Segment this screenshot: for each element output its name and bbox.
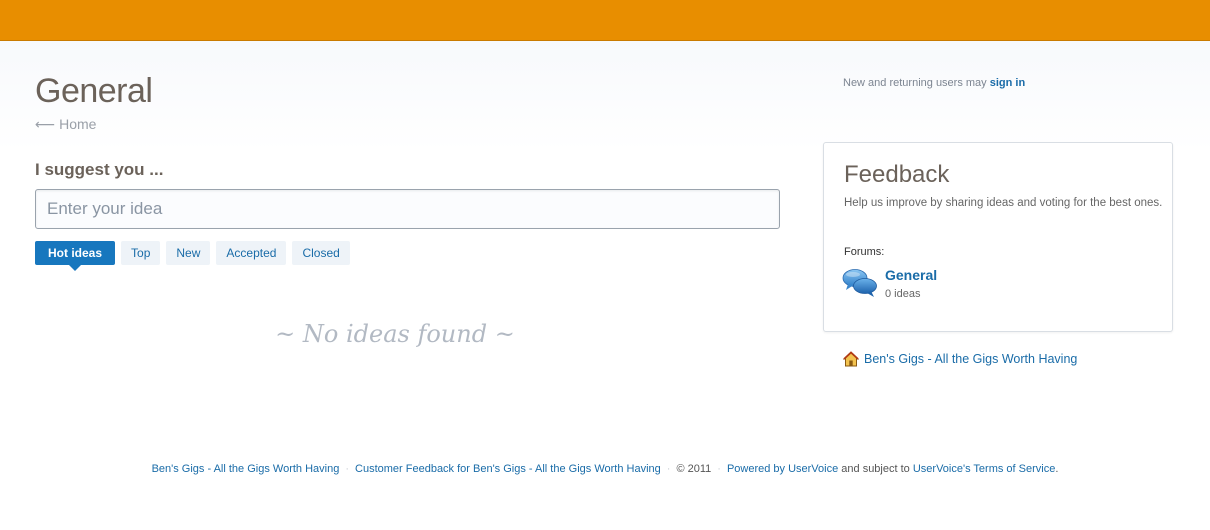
panel-description: Help us improve by sharing ideas and vot… (844, 197, 1163, 209)
suggest-label: I suggest you ... (35, 160, 164, 179)
tab-top[interactable]: Top (121, 241, 161, 265)
top-bar (0, 0, 1210, 41)
tab-accepted[interactable]: Accepted (216, 241, 287, 265)
panel-title: Feedback (844, 161, 950, 188)
forum-idea-count: 0 ideas (885, 288, 921, 300)
site-link-label: Ben's Gigs - All the Gigs Worth Having (864, 352, 1078, 366)
footer-copyright: © 2011 (676, 463, 712, 475)
header-band (0, 41, 1210, 151)
tab-closed[interactable]: Closed (292, 241, 350, 265)
footer-separator: · (666, 463, 671, 475)
idea-input[interactable] (35, 189, 780, 229)
signin-link[interactable]: sign in (990, 77, 1025, 89)
footer-feedback-link[interactable]: Customer Feedback for Ben's Gigs - All t… (355, 463, 661, 475)
footer-powered-link[interactable]: Powered by UserVoice (727, 463, 838, 475)
idea-filter-tabs: Hot ideas Top New Accepted Closed (35, 241, 356, 271)
chat-bubbles-icon (842, 269, 877, 297)
home-link-label: Home (59, 116, 97, 132)
forum-link-general[interactable]: General (885, 267, 937, 283)
signin-prompt-text: New and returning users may (843, 77, 987, 89)
footer-separator: · (717, 463, 721, 475)
site-home-link[interactable]: Ben's Gigs - All the Gigs Worth Having (843, 351, 1077, 367)
signin-prompt: New and returning users may sign in (843, 77, 1025, 89)
tab-new[interactable]: New (166, 241, 211, 265)
footer-period: . (1055, 463, 1059, 475)
footer: Ben's Gigs - All the Gigs Worth Having · C… (0, 463, 1210, 475)
back-arrow-icon: ⟵ (35, 116, 56, 132)
house-icon (843, 351, 859, 367)
feedback-panel: Feedback Help us improve by sharing idea… (823, 142, 1173, 332)
tab-hot-ideas[interactable]: Hot ideas (35, 241, 116, 271)
footer-terms-link[interactable]: UserVoice's Terms of Service (913, 463, 1056, 475)
home-link[interactable]: ⟵ Home (35, 116, 96, 133)
forums-label: Forums: (844, 246, 885, 258)
footer-separator: · (345, 463, 350, 475)
empty-state-message: ~ No ideas found ~ (275, 320, 515, 348)
footer-subject-text: and subject to (841, 463, 910, 475)
footer-site-link[interactable]: Ben's Gigs - All the Gigs Worth Having (152, 463, 340, 475)
page-title: General (35, 72, 153, 110)
